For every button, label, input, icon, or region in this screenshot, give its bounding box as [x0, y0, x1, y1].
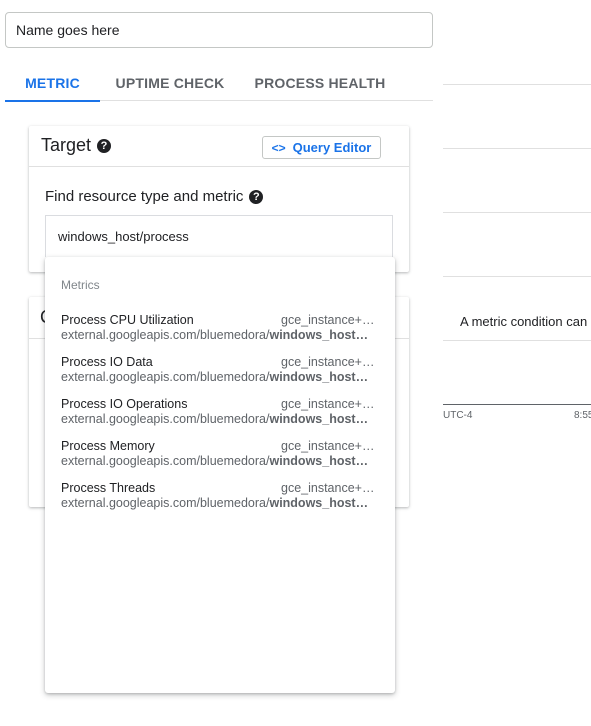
target-title: Target? — [41, 135, 112, 156]
help-icon[interactable]: ? — [97, 139, 112, 154]
metric-option[interactable]: Process CPU Utilization gce_instance+… e… — [61, 313, 377, 351]
metric-name: Process IO Data — [61, 355, 153, 369]
alert-name-input[interactable] — [5, 12, 433, 48]
metric-option[interactable]: Process IO Data gce_instance+… external.… — [61, 355, 377, 393]
metric-option[interactable]: Process Memory gce_instance+… external.g… — [61, 439, 377, 477]
metric-option[interactable]: Process Threads gce_instance+… external.… — [61, 481, 377, 519]
query-editor-button[interactable]: <> Query Editor — [262, 136, 381, 159]
metric-path-prefix: external.googleapis.com/bluemedora/ — [61, 412, 270, 426]
condition-tabs: METRIC UPTIME CHECK PROCESS HEALTH — [5, 65, 433, 102]
metric-path: external.googleapis.com/bluemedora/windo… — [61, 328, 377, 343]
metric-name: Process Threads — [61, 481, 156, 495]
resource-metric-input[interactable] — [45, 215, 393, 257]
target-title-text: Target — [41, 135, 92, 155]
metric-name: Process CPU Utilization — [61, 313, 194, 327]
metric-path-bold: windows_host… — [269, 412, 369, 426]
metric-path-prefix: external.googleapis.com/bluemedora/ — [61, 370, 270, 384]
target-card: Target? <> Query Editor Find resource ty… — [29, 126, 409, 272]
metric-option[interactable]: Process IO Operations gce_instance+… ext… — [61, 397, 377, 435]
metric-resource-type: gce_instance+… — [281, 313, 375, 327]
preview-divider — [443, 148, 591, 149]
help-icon[interactable]: ? — [249, 190, 264, 205]
metric-name: Process IO Operations — [61, 397, 188, 411]
preview-divider — [443, 84, 591, 85]
metric-resource-type: gce_instance+… — [281, 439, 375, 453]
preview-axis-time: 8:55 — [574, 410, 591, 421]
metric-resource-type: gce_instance+… — [281, 397, 375, 411]
query-editor-label: Query Editor — [292, 140, 372, 155]
metric-path-prefix: external.googleapis.com/bluemedora/ — [61, 454, 270, 468]
find-resource-text: Find resource type and metric — [45, 188, 244, 205]
metric-path: external.googleapis.com/bluemedora/windo… — [61, 496, 377, 511]
dropdown-header: Metrics — [61, 278, 100, 292]
metric-path-bold: windows_host… — [269, 496, 369, 510]
metric-name: Process Memory — [61, 439, 155, 453]
metric-path: external.googleapis.com/bluemedora/windo… — [61, 412, 377, 427]
metric-resource-type: gce_instance+… — [281, 481, 375, 495]
metric-path-bold: windows_host… — [269, 328, 369, 342]
preview-axis-timezone: UTC-4 — [443, 410, 473, 421]
preview-axis — [443, 404, 591, 405]
preview-divider — [443, 340, 591, 341]
tab-uptime-check[interactable]: UPTIME CHECK — [100, 65, 240, 101]
metric-path: external.googleapis.com/bluemedora/windo… — [61, 454, 377, 469]
tab-process-health[interactable]: PROCESS HEALTH — [240, 65, 400, 101]
preview-message: A metric condition can — [460, 314, 588, 329]
metric-path-bold: windows_host… — [269, 454, 369, 468]
preview-divider — [443, 212, 591, 213]
metric-path-prefix: external.googleapis.com/bluemedora/ — [61, 328, 270, 342]
metric-path-bold: windows_host… — [269, 370, 369, 384]
metric-path: external.googleapis.com/bluemedora/windo… — [61, 370, 377, 385]
find-resource-label: Find resource type and metric? — [45, 188, 264, 205]
metric-resource-type: gce_instance+… — [281, 355, 375, 369]
tab-metric[interactable]: METRIC — [5, 65, 100, 102]
preview-divider — [443, 276, 591, 277]
metric-path-prefix: external.googleapis.com/bluemedora/ — [61, 496, 270, 510]
target-card-header: Target? <> Query Editor — [29, 126, 409, 167]
code-icon: <> — [271, 140, 286, 155]
metric-dropdown: Metrics Process CPU Utilization gce_inst… — [45, 257, 395, 693]
